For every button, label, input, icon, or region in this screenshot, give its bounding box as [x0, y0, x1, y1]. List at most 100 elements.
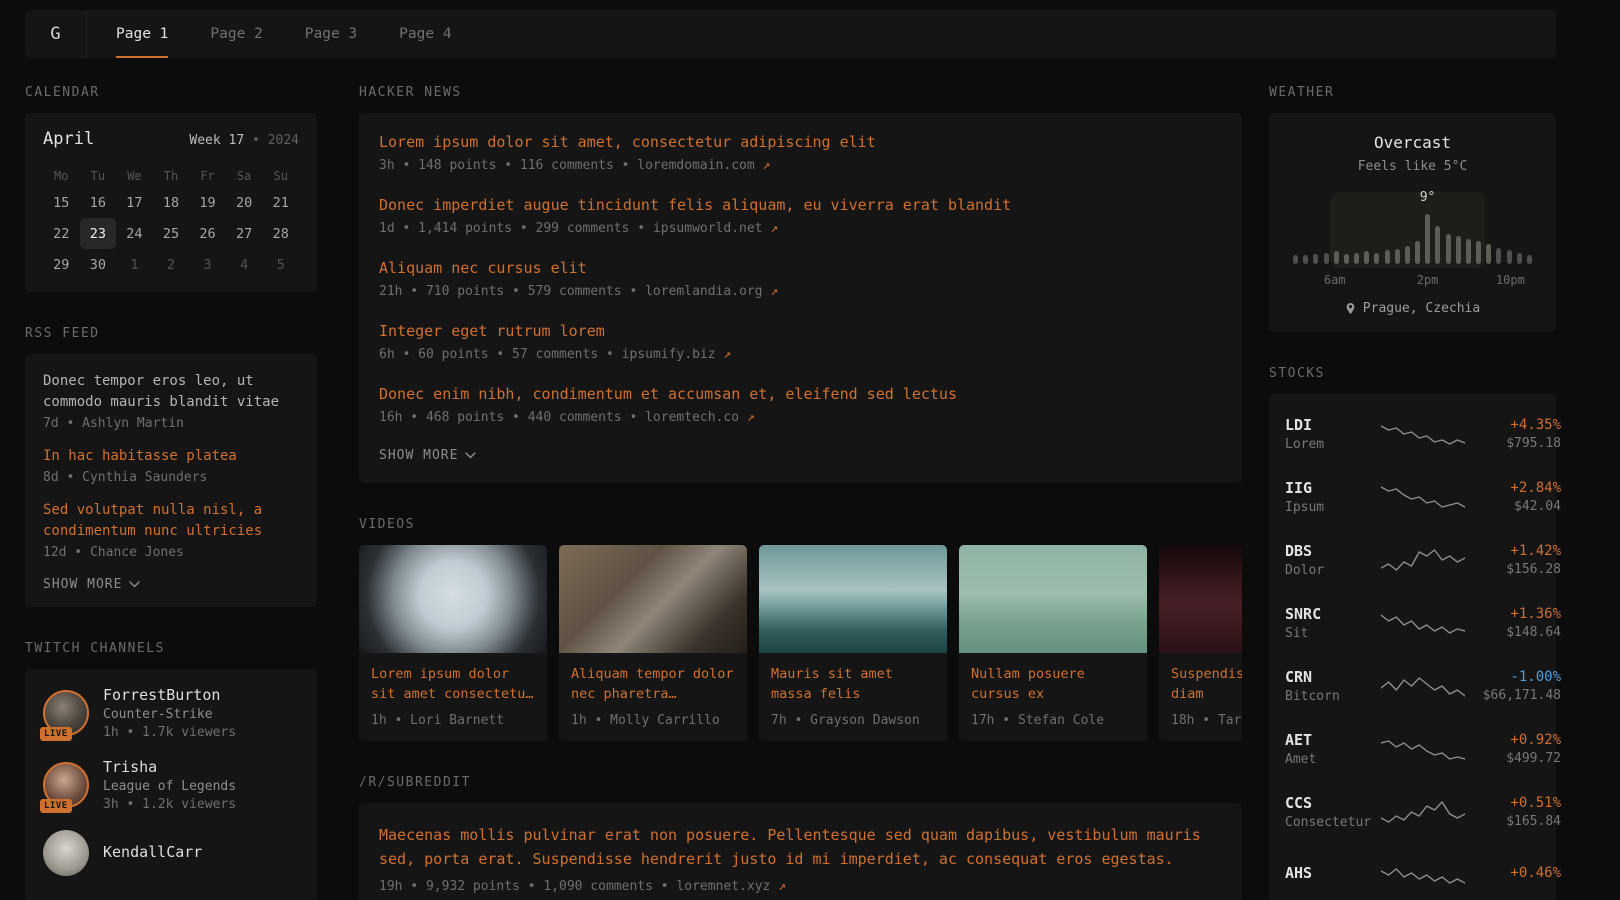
stock-row[interactable]: CRN Bitcorn -1.00% $66,171.48	[1285, 654, 1540, 717]
stock-name: Dolor	[1285, 563, 1381, 578]
twitch-widget: TWITCH CHANNELS LIVE ForrestBurton Count…	[25, 641, 317, 900]
calendar-day: 18	[153, 187, 190, 218]
stock-ticker: CRN	[1285, 668, 1381, 686]
stock-change-percent: +1.42%	[1465, 543, 1561, 559]
weather-bar	[1374, 253, 1379, 264]
weather-bar	[1466, 239, 1471, 264]
page-tab[interactable]: Page 4	[378, 10, 472, 58]
stock-values: +2.84% $42.04	[1465, 480, 1561, 514]
video-card[interactable]: Lorem ipsum dolor sit amet consectetu… 1…	[359, 545, 547, 741]
twitch-channel-row[interactable]: LIVE Trisha League of Legends 3h • 1.2k …	[43, 758, 299, 812]
weather-bar	[1446, 234, 1451, 264]
left-column: CALENDAR April Week 17 • 2024 Mo	[25, 85, 317, 900]
hackernews-item-title[interactable]: Donec enim nibh, condimentum et accumsan…	[379, 385, 1222, 403]
calendar-month: April	[43, 129, 94, 149]
rss-widget: RSS FEED Donec tempor eros leo, ut commo…	[25, 326, 317, 607]
stock-sparkline-wrap	[1381, 733, 1465, 765]
rss-item-meta: 7d • Ashlyn Martin	[43, 416, 299, 431]
stock-sparkline	[1381, 796, 1465, 828]
subreddit-post-domain-link[interactable]: loremnet.xyz	[676, 879, 770, 894]
hackernews-item-title[interactable]: Donec imperdiet augue tincidunt felis al…	[379, 196, 1222, 214]
stock-row[interactable]: DBS Dolor +1.42% $156.28	[1285, 528, 1540, 591]
video-card[interactable]: Aliquam tempor dolor nec pharetra… 1h • …	[559, 545, 747, 741]
subreddit-card: Maecenas mollis pulvinar erat non posuer…	[359, 803, 1242, 900]
subreddit-post-title[interactable]: Maecenas mollis pulvinar erat non posuer…	[379, 823, 1222, 871]
video-meta: 18h • Tara	[1171, 713, 1242, 728]
stock-row[interactable]: IIG Ipsum +2.84% $42.04	[1285, 465, 1540, 528]
weather-bar	[1334, 251, 1339, 264]
stock-row[interactable]: AET Amet +0.92% $499.72	[1285, 717, 1540, 780]
page-tab[interactable]: Page 3	[284, 10, 378, 58]
video-title[interactable]: Lorem ipsum dolor sit amet consectetu…	[371, 664, 535, 704]
video-title[interactable]: Nullam posuere cursus ex	[971, 664, 1135, 704]
hackernews-item-stats: 16h • 468 points • 440 comments •	[379, 410, 645, 425]
weather-bar	[1385, 250, 1390, 264]
video-card[interactable]: Nullam posuere cursus ex 17h • Stefan Co…	[959, 545, 1147, 741]
twitch-channel-name[interactable]: KendallCarr	[103, 843, 202, 861]
hackernews-item-domain-link[interactable]: ipsumify.biz	[622, 347, 716, 362]
stock-info: AHS	[1285, 864, 1381, 885]
stock-info: IIG Ipsum	[1285, 479, 1381, 515]
weather-bar	[1324, 253, 1329, 264]
stocks-section-label: STOCKS	[1269, 366, 1556, 381]
stock-change-percent: +0.92%	[1465, 732, 1561, 748]
hackernews-item-meta: 3h • 148 points • 116 comments • loremdo…	[379, 158, 1222, 173]
video-title[interactable]: Mauris sit amet massa felis	[771, 664, 935, 704]
twitch-channel-name[interactable]: ForrestBurton	[103, 686, 236, 704]
hackernews-item: Integer eget rutrum lorem 6h • 60 points…	[379, 322, 1222, 362]
stock-row[interactable]: SNRC Sit +1.36% $148.64	[1285, 591, 1540, 654]
hackernews-show-more-button[interactable]: SHOW MORE	[379, 448, 1222, 463]
rss-item: In hac habitasse platea 8d • Cynthia Sau…	[43, 446, 299, 485]
video-card-body: Aliquam tempor dolor nec pharetra… 1h • …	[559, 653, 747, 741]
stock-row[interactable]: LDI Lorem +4.35% $795.18	[1285, 402, 1540, 465]
calendar-day: 2	[153, 249, 190, 280]
video-card-body: Nullam posuere cursus ex 17h • Stefan Co…	[959, 653, 1147, 741]
stock-sparkline	[1381, 859, 1465, 891]
twitch-channel-info: KendallCarr	[103, 843, 202, 864]
twitch-channel-name[interactable]: Trisha	[103, 758, 236, 776]
weather-peak-temp: 9°	[1420, 190, 1436, 205]
rss-card: Donec tempor eros leo, ut commodo mauris…	[25, 354, 317, 607]
stock-name: Bitcorn	[1285, 689, 1381, 704]
hackernews-item-domain-link[interactable]: loremlandia.org	[645, 284, 762, 299]
hackernews-item-stats: 21h • 710 points • 579 comments •	[379, 284, 645, 299]
hackernews-item-domain-link[interactable]: loremtech.co	[645, 410, 739, 425]
hackernews-item-stats: 6h • 60 points • 57 comments •	[379, 347, 622, 362]
rss-show-more-button[interactable]: SHOW MORE	[43, 577, 299, 592]
hackernews-item-title[interactable]: Aliquam nec cursus elit	[379, 259, 1222, 277]
hackernews-item-title[interactable]: Lorem ipsum dolor sit amet, consectetur …	[379, 133, 1222, 151]
stock-values: +4.35% $795.18	[1465, 417, 1561, 451]
stock-ticker: AET	[1285, 731, 1381, 749]
video-title[interactable]: Suspendisse posuere diam	[1171, 664, 1242, 704]
hackernews-show-more-label: SHOW MORE	[379, 448, 458, 463]
weather-bar	[1507, 250, 1512, 264]
video-card[interactable]: Mauris sit amet massa felis 7h • Grayson…	[759, 545, 947, 741]
stock-row[interactable]: AHS +0.46%	[1285, 843, 1540, 900]
rss-item-meta: 12d • Chance Jones	[43, 545, 299, 560]
page-tab[interactable]: Page 1	[95, 10, 189, 58]
weather-bar	[1527, 255, 1532, 264]
rss-item-title[interactable]: In hac habitasse platea	[43, 446, 299, 467]
hackernews-item-domain-link[interactable]: loremdomain.com	[637, 158, 754, 173]
stock-price: $148.64	[1465, 625, 1561, 640]
videos-widget: VIDEOS Lorem ipsum dolor sit amet consec…	[359, 517, 1242, 741]
weather-bar	[1435, 226, 1440, 264]
video-thumbnail	[359, 545, 547, 653]
stock-row[interactable]: CCS Consectetur +0.51% $165.84	[1285, 780, 1540, 843]
twitch-channel-row[interactable]: LIVE ForrestBurton Counter-Strike 1h • 1…	[43, 686, 299, 740]
page-tab[interactable]: Page 2	[189, 10, 283, 58]
stock-sparkline	[1381, 418, 1465, 450]
weather-axis-label: 10pm	[1496, 273, 1525, 287]
calendar-dow-label: Tu	[80, 165, 117, 187]
rss-item-title[interactable]: Sed volutpat nulla nisl, a condimentum n…	[43, 500, 299, 542]
calendar-week: Week 17	[189, 133, 244, 148]
video-title[interactable]: Aliquam tempor dolor nec pharetra…	[571, 664, 735, 704]
stock-sparkline-wrap	[1381, 418, 1465, 450]
weather-bar	[1415, 241, 1420, 264]
twitch-channel-row[interactable]: KendallCarr	[43, 830, 299, 876]
hackernews-item-domain-link[interactable]: ipsumworld.net	[653, 221, 763, 236]
video-card[interactable]: Suspendisse posuere diam 18h • Tara	[1159, 545, 1242, 741]
rss-item-title[interactable]: Donec tempor eros leo, ut commodo mauris…	[43, 371, 299, 413]
hackernews-item-title[interactable]: Integer eget rutrum lorem	[379, 322, 1222, 340]
rss-item-meta: 8d • Cynthia Saunders	[43, 470, 299, 485]
